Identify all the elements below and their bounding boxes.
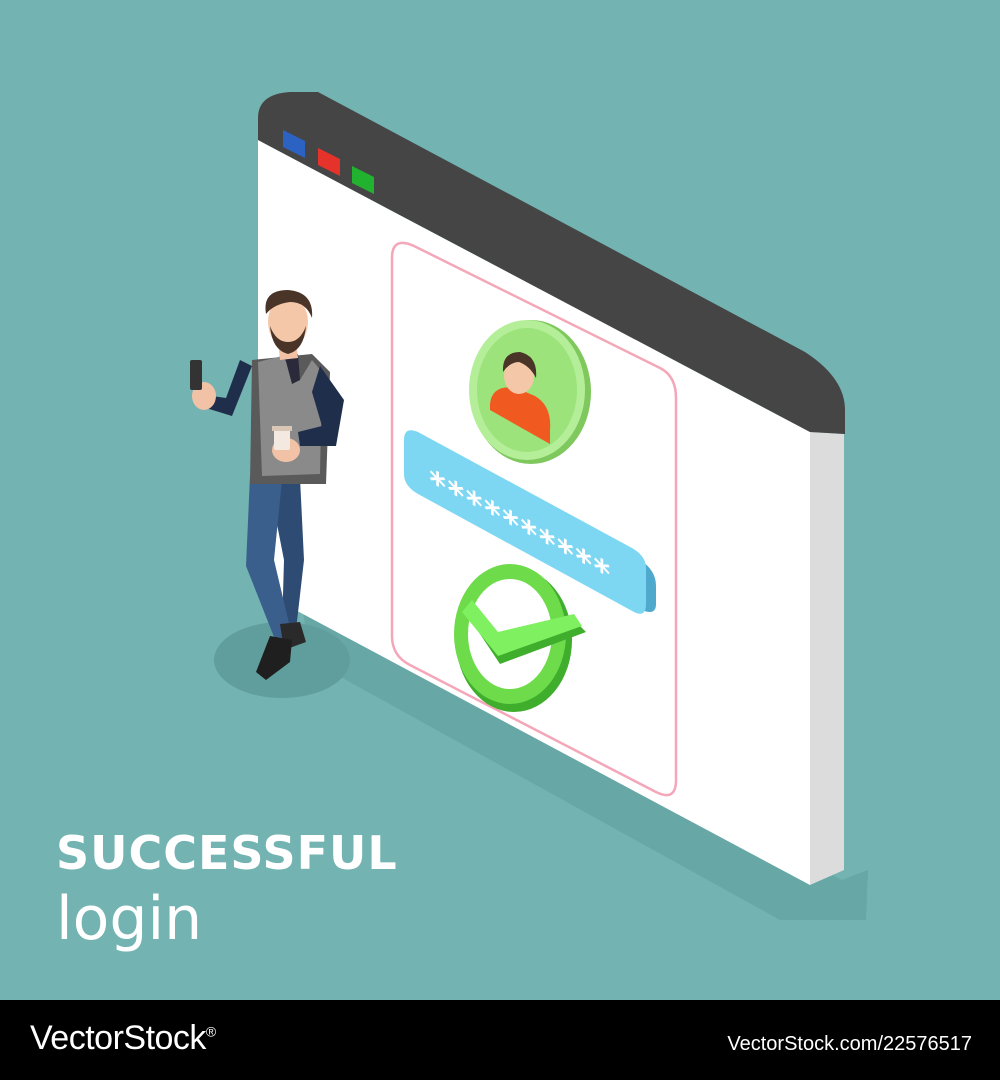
registered-mark: ® bbox=[205, 1023, 216, 1040]
coffee-cup-icon bbox=[274, 428, 290, 450]
caption-subtitle: login bbox=[56, 884, 203, 954]
brand-logo: VectorStock® bbox=[30, 1019, 216, 1058]
watermark-footer: VectorStock® VectorStock.com/22576517 bbox=[0, 1000, 1000, 1080]
caption-title: SUCCESSFUL bbox=[56, 826, 398, 880]
image-id: VectorStock.com/22576517 bbox=[727, 1033, 972, 1055]
window-side-edge bbox=[810, 432, 844, 885]
phone-icon bbox=[190, 360, 202, 390]
brand-name: VectorStock bbox=[30, 1019, 206, 1057]
